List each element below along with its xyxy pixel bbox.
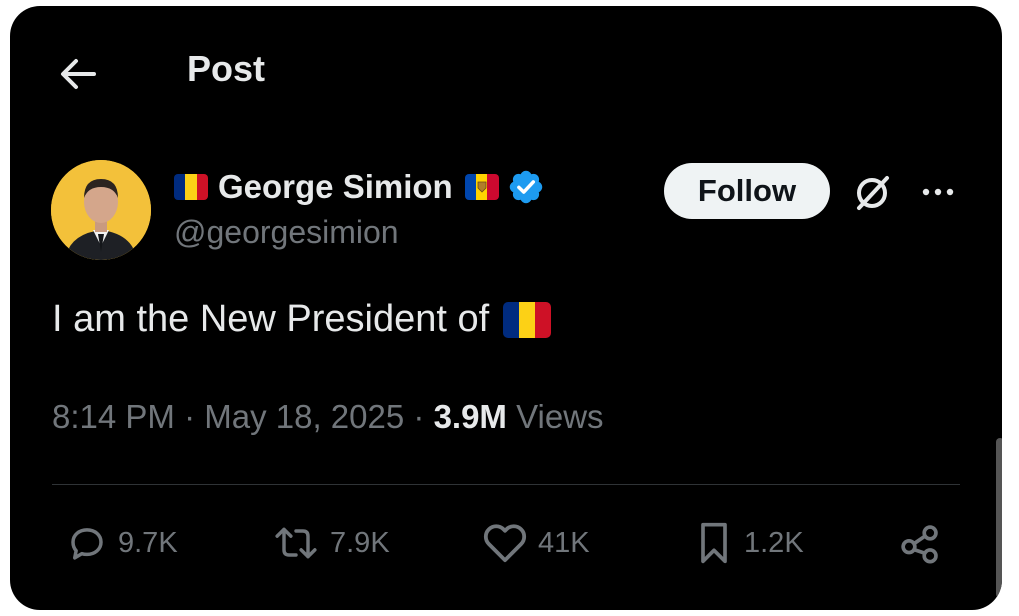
heart-icon: [483, 524, 527, 563]
romania-flag-icon: [503, 301, 552, 338]
repost-count: 7.9K: [330, 526, 390, 559]
like-count: 41K: [538, 526, 590, 559]
post-date[interactable]: May 18, 2025: [204, 398, 404, 435]
avatar[interactable]: [51, 160, 151, 260]
repost-icon: [275, 527, 317, 559]
post-time[interactable]: 8:14 PM: [52, 398, 175, 435]
page-title: Post: [187, 48, 266, 89]
meta-separator: ·: [413, 398, 425, 435]
more-options-icon[interactable]: [916, 172, 960, 212]
bookmark-icon: [701, 522, 727, 564]
reply-icon: [71, 528, 103, 560]
follow-button[interactable]: Follow: [664, 163, 830, 219]
share-button[interactable]: [898, 518, 952, 568]
repost-button[interactable]: 7.9K: [272, 518, 390, 568]
post-card: Post George Simion @georgesimion Follow …: [10, 6, 1002, 610]
moldova-flag-icon: [464, 174, 499, 200]
tweet-text: I am the New President of: [52, 298, 552, 341]
author-display-name: George Simion: [218, 168, 453, 205]
author-handle[interactable]: @georgesimion: [174, 214, 399, 251]
back-arrow-icon[interactable]: [56, 52, 100, 96]
bookmark-button[interactable]: 1.2K: [694, 518, 804, 568]
reply-count: 9.7K: [118, 526, 178, 559]
meta-separator: ·: [184, 398, 196, 435]
views-count[interactable]: 3.9M: [434, 398, 507, 435]
like-button[interactable]: 41K: [482, 518, 590, 568]
scrollbar[interactable]: [996, 438, 1002, 598]
views-label: Views: [516, 398, 604, 435]
share-icon: [901, 525, 938, 564]
author-name-row[interactable]: George Simion: [174, 166, 545, 208]
bookmark-count: 1.2K: [744, 526, 804, 559]
romania-flag-icon: [174, 174, 208, 200]
grok-icon[interactable]: [850, 171, 894, 215]
divider: [52, 484, 960, 485]
verified-badge-icon: [509, 170, 542, 204]
post-metadata: 8:14 PM · May 18, 2025 · 3.9M Views: [52, 398, 604, 436]
tweet-text-content: I am the New President of: [52, 298, 490, 340]
reply-button[interactable]: 9.7K: [66, 518, 178, 568]
